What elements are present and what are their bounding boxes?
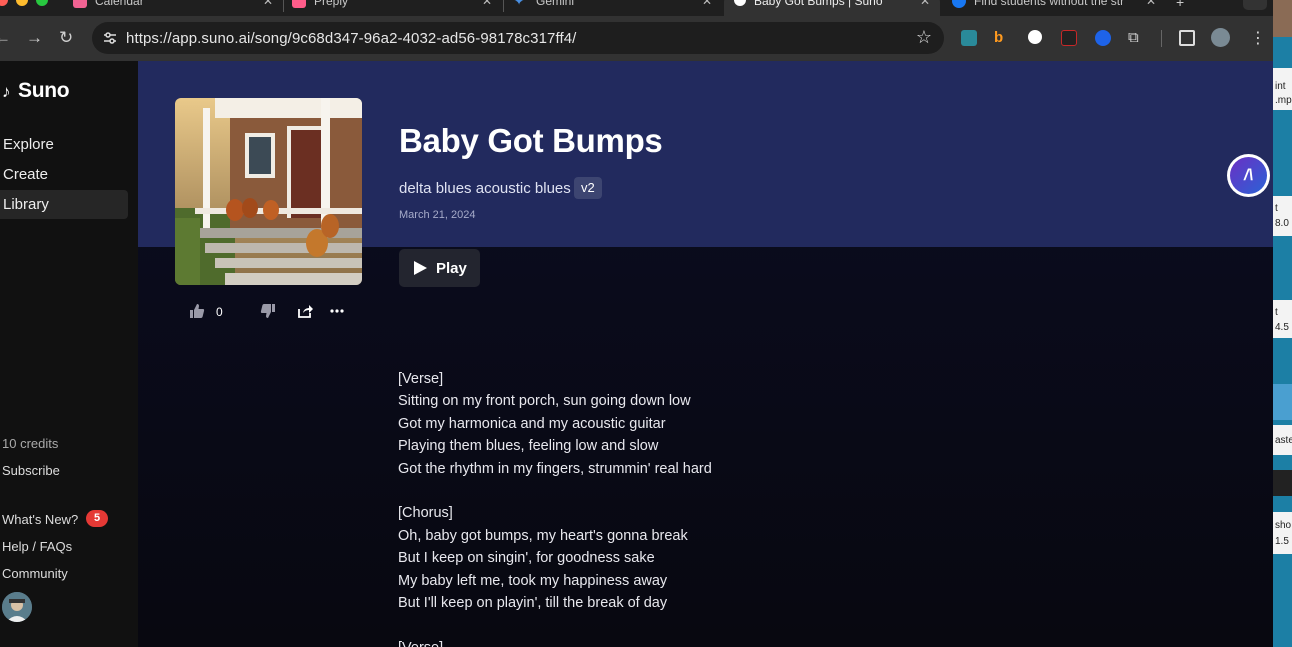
song-style-tags[interactable]: delta blues acoustic blues — [399, 180, 571, 197]
suno-logo[interactable]: ♪ Suno — [2, 79, 70, 103]
background-panel — [1273, 196, 1292, 236]
close-tab-icon[interactable]: ✕ — [920, 0, 930, 8]
forward-icon[interactable]: → — [26, 28, 43, 48]
background-text: 4.5 — [1275, 322, 1289, 333]
play-button[interactable]: Play — [399, 249, 480, 287]
community-link[interactable]: Community — [2, 566, 68, 581]
minimize-window-dot[interactable] — [16, 0, 28, 6]
thumbs-down-icon[interactable] — [260, 303, 276, 319]
tab-divider — [283, 0, 284, 12]
background-text: t — [1275, 203, 1278, 214]
background-text: sho — [1275, 520, 1292, 531]
maximize-window-dot[interactable] — [36, 0, 48, 6]
blue-extension-icon[interactable] — [1095, 30, 1111, 46]
background-window-edge: int .mp t 8.0 t 4.5 aste sho 1.5 — [1273, 0, 1292, 647]
extension-icon[interactable] — [961, 30, 977, 46]
site-settings-icon[interactable] — [102, 30, 118, 46]
whats-new-badge: 5 — [86, 510, 108, 527]
user-avatar[interactable] — [2, 592, 32, 622]
floating-assistant-button[interactable]: /\ — [1227, 154, 1270, 197]
gemini-favicon-icon: ✦ — [514, 0, 525, 8]
background-panel — [1273, 384, 1292, 420]
suno-logo-icon: ♪ — [2, 82, 11, 101]
like-count: 0 — [216, 305, 223, 319]
extensions-puzzle-icon[interactable]: ⧉ — [1128, 30, 1144, 46]
calendar-favicon-icon — [73, 0, 87, 8]
tab-suno[interactable]: Baby Got Bumps | Suno ✕ — [724, 0, 940, 16]
close-tab-icon[interactable]: ✕ — [482, 0, 492, 8]
background-panel — [1273, 512, 1292, 554]
close-circle-extension-icon[interactable] — [1028, 30, 1042, 44]
assistant-logo-icon: /\ — [1230, 157, 1267, 194]
url-text[interactable]: https://app.suno.ai/song/9c68d347-96a2-4… — [126, 30, 576, 47]
background-text: int — [1275, 81, 1286, 92]
side-panel-icon[interactable] — [1179, 30, 1195, 46]
share-icon[interactable] — [297, 303, 313, 319]
tab-search-button[interactable] — [1243, 0, 1267, 10]
more-options-icon[interactable] — [330, 303, 344, 319]
reload-icon[interactable]: ↻ — [59, 28, 73, 48]
background-text: 8.0 — [1275, 218, 1289, 229]
sidebar-item-library[interactable]: Library — [0, 190, 128, 219]
subscribe-link[interactable]: Subscribe — [2, 463, 60, 478]
song-lyrics: [Verse] Sitting on my front porch, sun g… — [398, 371, 712, 647]
tab-strip: Calendar ✕ Preply ✕ ✦ Gemini ✕ Baby Got … — [0, 0, 1273, 16]
adobe-extension-icon[interactable] — [1061, 30, 1077, 46]
model-version-badge: v2 — [574, 177, 602, 199]
close-tab-icon[interactable]: ✕ — [702, 0, 712, 8]
browser-toolbar: ← → ↻ https://app.suno.ai/song/9c68d347-… — [0, 16, 1273, 61]
song-title: Baby Got Bumps — [399, 122, 663, 159]
close-window-dot[interactable] — [0, 0, 8, 6]
tab-divider — [503, 0, 504, 12]
tab-facebook[interactable]: Find students without the str ✕ — [952, 0, 1156, 16]
sidebar-item-explore[interactable]: Explore — [0, 130, 128, 159]
address-bar[interactable]: https://app.suno.ai/song/9c68d347-96a2-4… — [92, 22, 944, 54]
background-text: .mp — [1275, 95, 1292, 106]
song-page: Baby Got Bumps delta blues acoustic blue… — [138, 61, 1273, 647]
close-tab-icon[interactable]: ✕ — [263, 0, 273, 8]
bookmark-star-icon[interactable]: ☆ — [916, 27, 932, 48]
profile-avatar-icon[interactable] — [1211, 28, 1230, 47]
song-cover-art[interactable] — [175, 98, 362, 285]
background-text: 1.5 — [1275, 536, 1289, 547]
tab-gemini[interactable]: ✦ Gemini ✕ — [514, 0, 712, 16]
close-tab-icon[interactable]: ✕ — [1146, 0, 1156, 8]
background-panel — [1273, 470, 1292, 496]
thumbs-up-icon[interactable] — [189, 303, 205, 319]
song-date: March 21, 2024 — [399, 209, 476, 221]
back-icon[interactable]: ← — [0, 28, 11, 48]
sidebar-item-create[interactable]: Create — [0, 160, 128, 189]
help-faqs-link[interactable]: Help / FAQs — [2, 539, 72, 554]
toolbar-divider — [1161, 30, 1162, 47]
suno-favicon-icon — [734, 0, 746, 6]
browser-menu-icon[interactable]: ⋮ — [1250, 28, 1266, 48]
tab-preply[interactable]: Preply ✕ — [292, 0, 492, 16]
new-tab-icon[interactable]: + — [1176, 0, 1184, 10]
bing-extension-icon[interactable]: b — [994, 30, 1010, 46]
sidebar: ♪ Suno Explore Create Library 10 credits … — [0, 61, 138, 647]
facebook-favicon-icon — [952, 0, 966, 8]
preply-favicon-icon — [292, 0, 306, 8]
tab-calendar[interactable]: Calendar ✕ — [73, 0, 273, 16]
credits-count: 10 credits — [2, 436, 59, 451]
play-icon — [414, 261, 427, 275]
background-photo — [1273, 0, 1292, 37]
background-text: aste — [1275, 435, 1292, 446]
whats-new-link[interactable]: What's New? — [2, 512, 78, 527]
background-text: t — [1275, 307, 1278, 318]
